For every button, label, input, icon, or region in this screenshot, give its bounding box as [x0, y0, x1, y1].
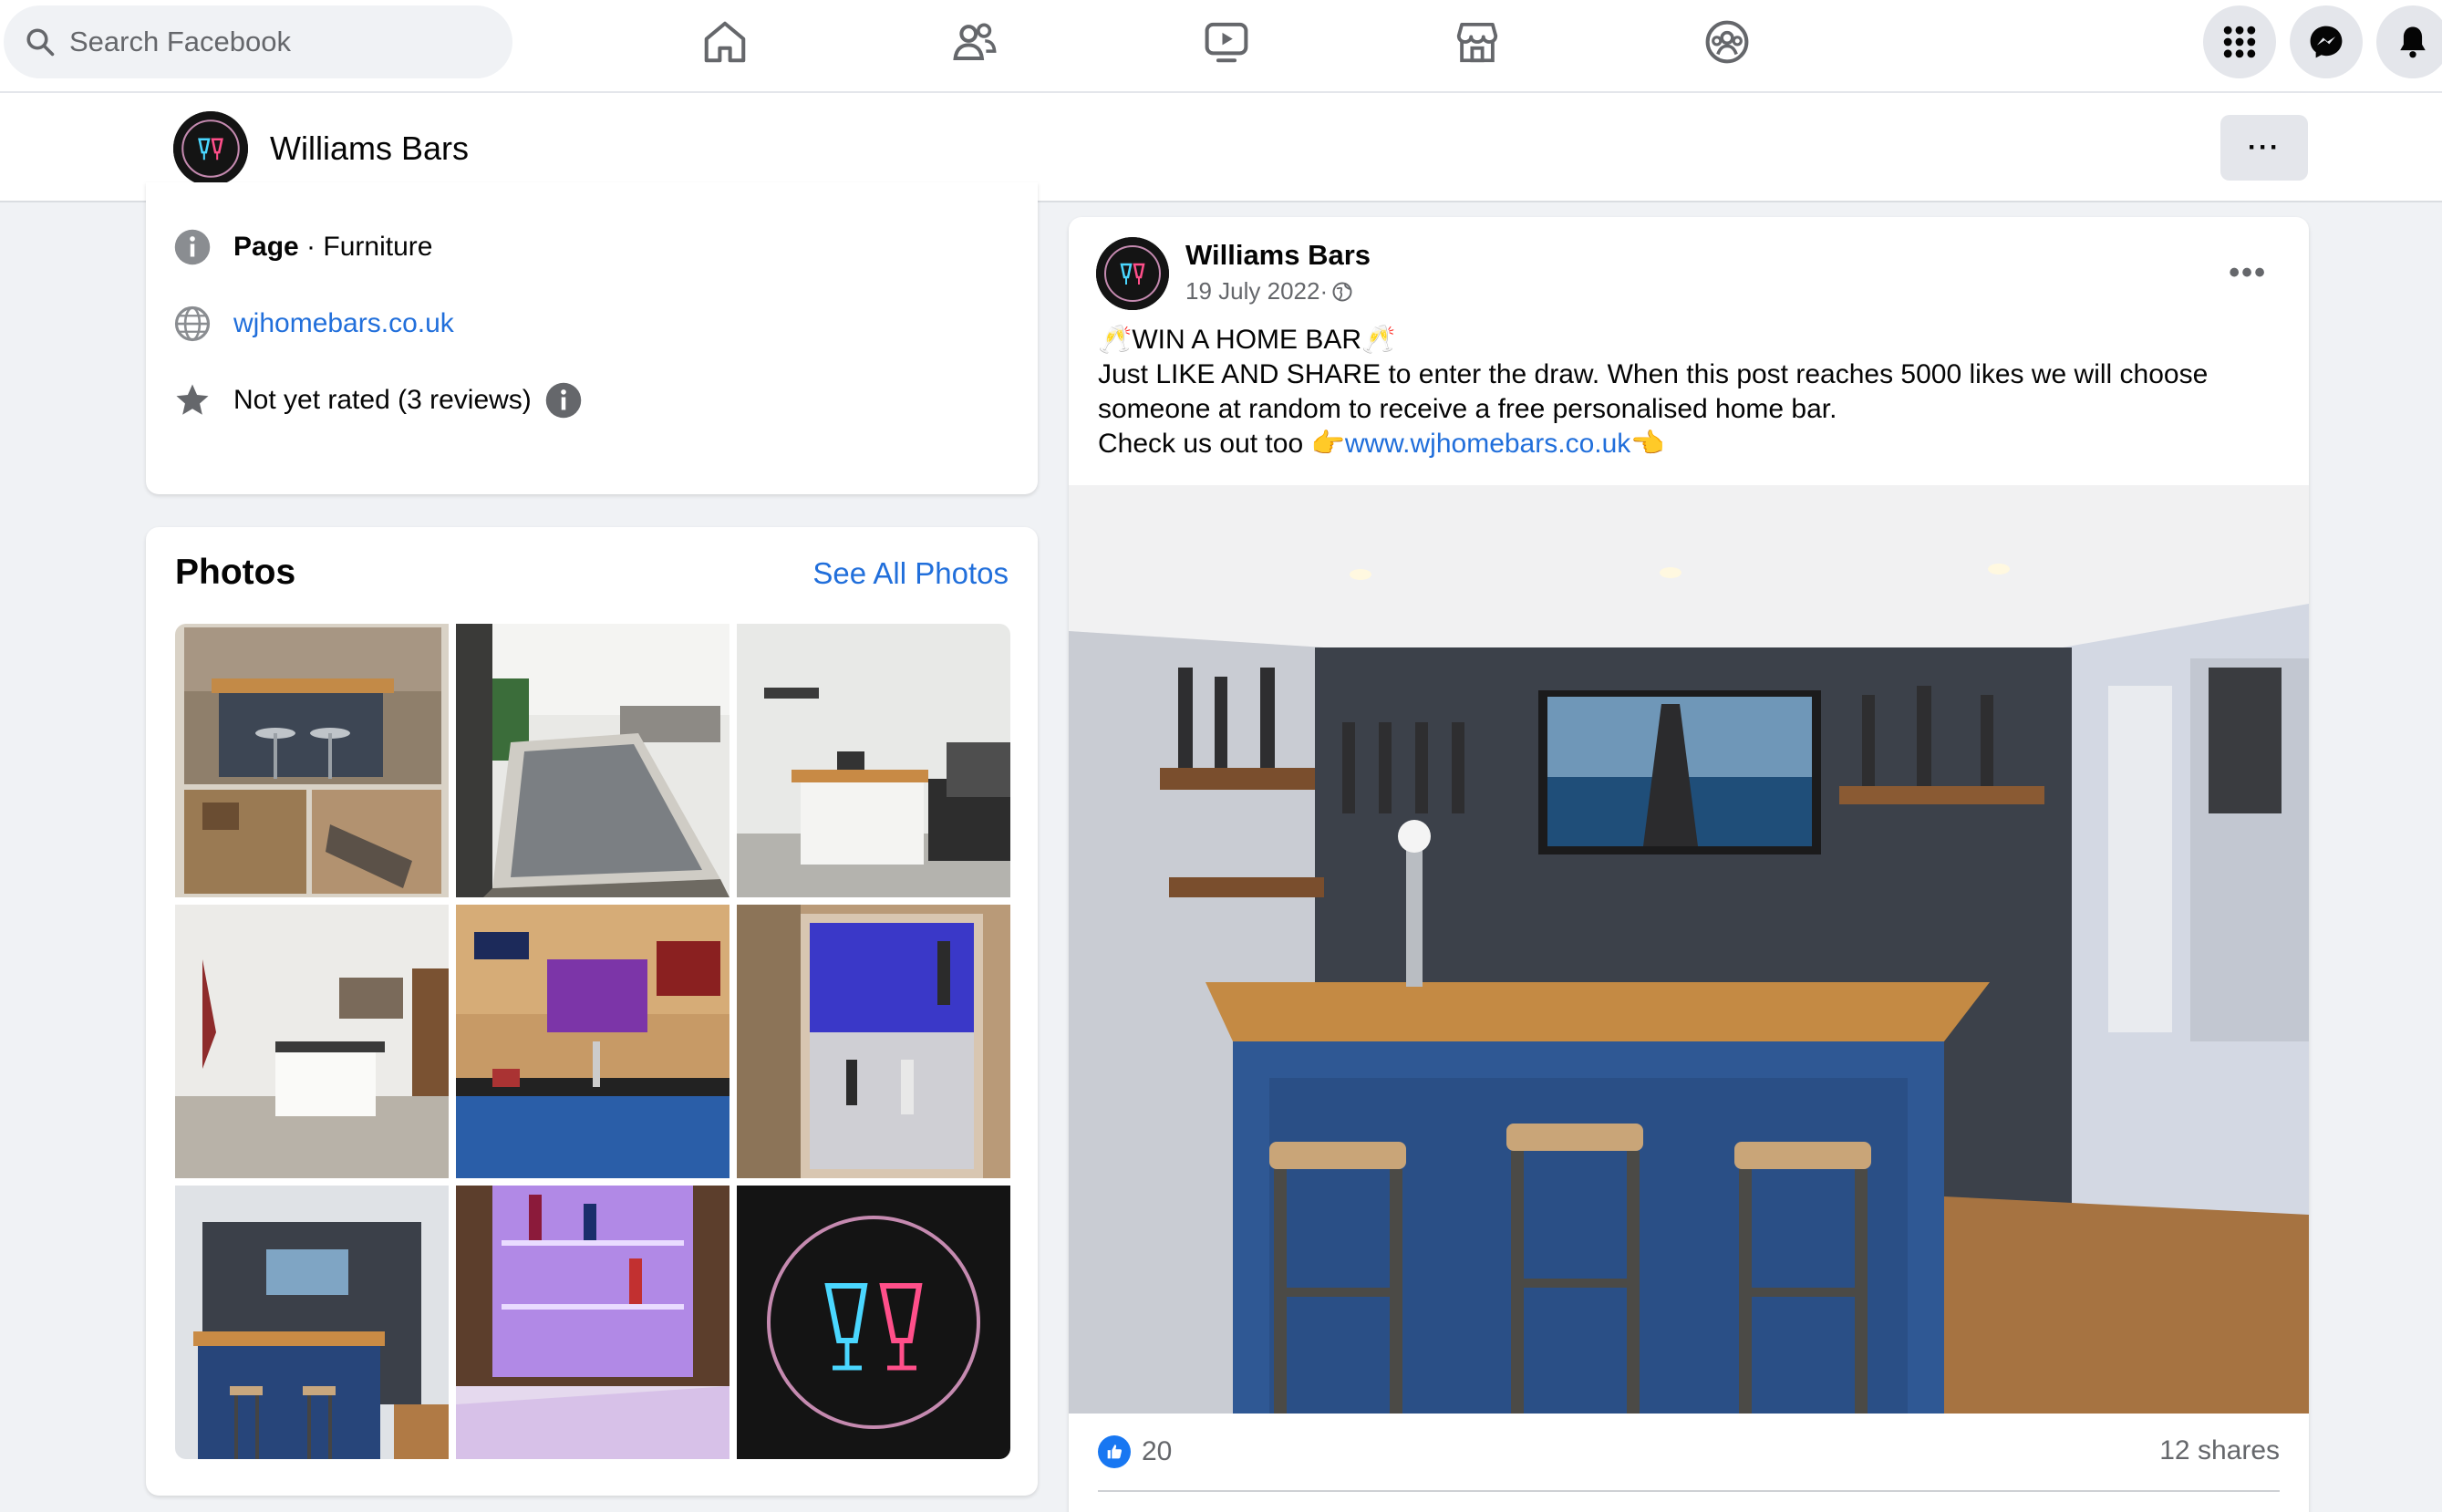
- rating-info-icon[interactable]: [544, 381, 583, 419]
- photo-thumbnail[interactable]: [175, 624, 449, 897]
- watch-icon[interactable]: [1199, 15, 1254, 69]
- search-input[interactable]: Search Facebook: [69, 26, 291, 58]
- marketplace-icon[interactable]: [1450, 15, 1505, 69]
- photo-thumbnail[interactable]: [175, 905, 449, 1178]
- home-icon[interactable]: [698, 15, 752, 69]
- reactions-summary[interactable]: 20: [1098, 1435, 1172, 1468]
- photo-thumbnail[interactable]: [737, 1186, 1010, 1459]
- post-date-text[interactable]: 19 July 2022·: [1185, 277, 1328, 306]
- photo-thumbnail[interactable]: [456, 1186, 729, 1459]
- photo-grid: [175, 624, 1010, 1459]
- post-body: 🥂WIN A HOME BAR🥂 Just LIKE AND SHARE to …: [1098, 323, 2283, 461]
- post-text-line: someone at random to receive a free pers…: [1098, 394, 1837, 424]
- page-more-button[interactable]: ···: [2220, 115, 2308, 181]
- post-text-prefix: Check us out too 👉: [1098, 429, 1345, 459]
- post-text-suffix: 👈: [1630, 429, 1665, 459]
- globe-icon: [174, 306, 211, 342]
- post-text-line: 🥂WIN A HOME BAR🥂: [1098, 325, 1396, 355]
- top-navigation-bar: Search Facebook: [0, 0, 2442, 93]
- website-link[interactable]: wjhomebars.co.uk: [233, 308, 454, 339]
- photo-thumbnail[interactable]: [737, 624, 1010, 897]
- rating-row: Not yet rated (3 reviews): [173, 381, 583, 419]
- search-box[interactable]: Search Facebook: [4, 5, 512, 78]
- post-image[interactable]: [1069, 485, 2309, 1414]
- menu-grid-icon[interactable]: [2203, 5, 2276, 78]
- friends-icon[interactable]: [947, 15, 1002, 69]
- category-label: Page: [233, 232, 299, 262]
- category-value: · Furniture: [298, 232, 433, 262]
- post-author-avatar[interactable]: [1096, 237, 1169, 310]
- post-website-link[interactable]: www.wjhomebars.co.uk: [1345, 429, 1630, 459]
- groups-icon[interactable]: [1700, 15, 1754, 69]
- photos-heading: Photos: [175, 553, 296, 592]
- photo-thumbnail[interactable]: [737, 905, 1010, 1178]
- photo-thumbnail[interactable]: [175, 1186, 449, 1459]
- post-timestamp[interactable]: 19 July 2022·: [1185, 277, 1353, 306]
- star-icon: [176, 384, 209, 415]
- photos-card: Photos See All Photos: [146, 527, 1038, 1496]
- post-card: Williams Bars 19 July 2022· ••• 🥂WIN A H…: [1069, 217, 2309, 1512]
- post-options-icon[interactable]: •••: [2229, 255, 2267, 291]
- page-title: Williams Bars: [270, 129, 470, 167]
- post-text-line: Check us out too 👉www.wjhomebars.co.uk👈: [1098, 427, 2283, 461]
- post-text-line: Just LIKE AND SHARE to enter the draw. W…: [1098, 359, 2209, 389]
- intro-card: Page · Furniture wjhomebars.co.uk Not ye…: [146, 182, 1038, 494]
- rating-text: Not yet rated (3 reviews): [233, 385, 532, 415]
- search-icon: [26, 28, 55, 57]
- post-divider: [1098, 1490, 2280, 1492]
- page-avatar[interactable]: [173, 111, 248, 186]
- website-row: wjhomebars.co.uk: [173, 305, 454, 343]
- likes-count: 20: [1142, 1436, 1173, 1466]
- like-icon: [1098, 1435, 1131, 1468]
- shares-count[interactable]: 12 shares: [2159, 1435, 2280, 1466]
- photo-thumbnail[interactable]: [456, 624, 729, 897]
- post-author-name[interactable]: Williams Bars: [1185, 239, 1371, 272]
- messenger-icon[interactable]: [2290, 5, 2363, 78]
- notifications-icon[interactable]: [2376, 5, 2442, 78]
- see-all-photos-link[interactable]: See All Photos: [812, 556, 1009, 591]
- info-icon: [174, 229, 211, 265]
- globe-icon: [1332, 282, 1352, 301]
- photo-thumbnail[interactable]: [456, 905, 729, 1178]
- category-row: Page · Furniture: [173, 228, 432, 266]
